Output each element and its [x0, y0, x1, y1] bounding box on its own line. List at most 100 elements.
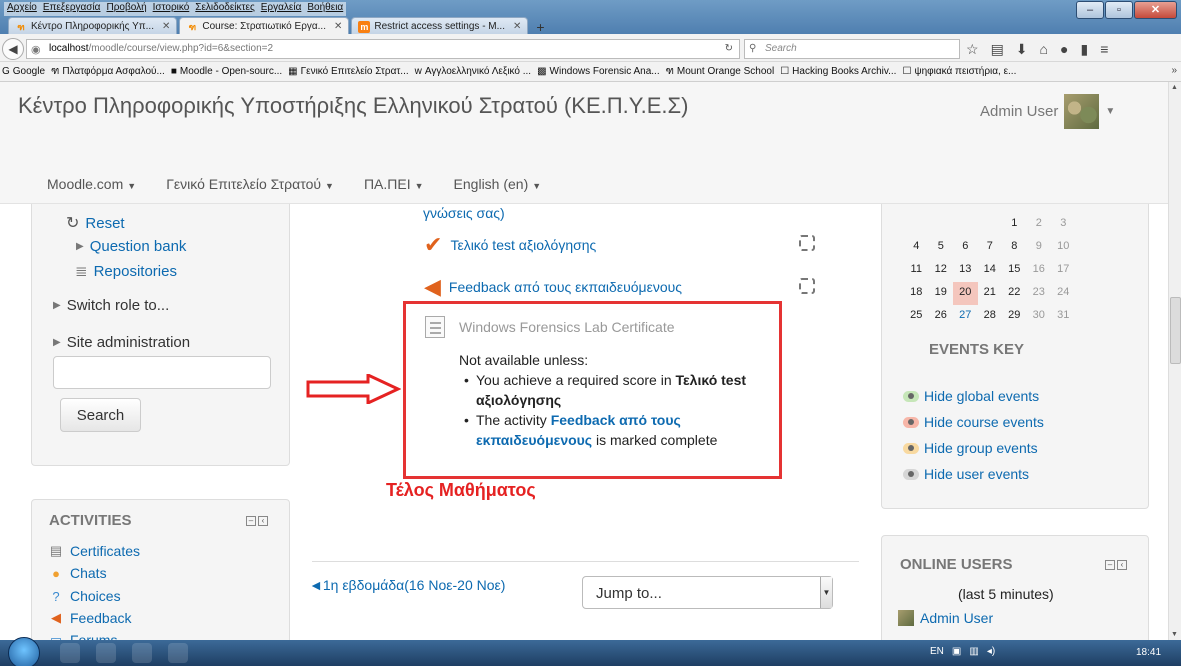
calendar-day: 21	[983, 286, 996, 298]
firefox-taskbar-icon[interactable]	[96, 643, 116, 663]
dock-block-icon[interactable]: ‹	[1117, 560, 1127, 570]
question-bank-link[interactable]: ▶ Question bank	[76, 238, 186, 255]
calendar-day-today[interactable]: 20	[953, 282, 978, 305]
start-button[interactable]	[8, 637, 40, 666]
calendar-day	[904, 213, 929, 236]
clock[interactable]: 18:41	[1136, 647, 1161, 658]
hide-course-events-link[interactable]: Hide course events	[903, 414, 1044, 430]
address-bar[interactable]: ◉ localhost/moodle/course/view.php?id=6&…	[26, 39, 740, 59]
volume-icon[interactable]: ◂)	[987, 646, 995, 657]
activity-forums[interactable]: ▭ Forums	[48, 632, 118, 640]
hamburger-menu-icon[interactable]: ≡	[1100, 41, 1108, 58]
bookmark-hacking-books[interactable]: ☐ Hacking Books Archiv...	[780, 66, 896, 77]
bookmark-windows-forensic[interactable]: ▩ Windows Forensic Ana...	[537, 66, 660, 77]
menu-bookmarks[interactable]: Σελιδοδείκτες	[195, 2, 254, 16]
scroll-down-icon[interactable]: ▼	[1171, 631, 1178, 638]
hide-group-events-link[interactable]: Hide group events	[903, 440, 1038, 456]
tab-restrict-access[interactable]: m Restrict access settings - M... ✕	[351, 17, 529, 35]
bookmark-digital-evidence[interactable]: ☐ ψηφιακά πειστήρια, ε...	[902, 66, 1016, 77]
bookmarks-bar: G Google ฑ Πλατφόρμα Ασφαλού... ■ Moodle - …	[0, 62, 1181, 82]
bookmark-mount-orange[interactable]: ฑ Mount Orange School	[666, 64, 775, 79]
chat-icon[interactable]: ●	[1060, 41, 1068, 58]
previous-section-link[interactable]: ◄1η εβδομάδα(16 Νοε-20 Νοε)	[309, 577, 505, 593]
reload-icon[interactable]: ↻	[725, 40, 733, 58]
tab-close-icon[interactable]: ✕	[513, 21, 521, 32]
site-title[interactable]: Κέντρο Πληροφορικής Υποστήριξης Ελληνικο…	[18, 93, 688, 119]
flag-icon: ▦	[288, 66, 298, 77]
activity-quiz[interactable]: ✔ Τελικό test αξιολόγησης	[424, 232, 596, 258]
language-indicator[interactable]: EN	[930, 646, 944, 657]
app-taskbar-icon[interactable]	[132, 643, 152, 663]
hide-user-events-link[interactable]: Hide user events	[903, 466, 1029, 482]
menu-view[interactable]: Προβολή	[106, 2, 146, 16]
network-icon[interactable]: ▥	[969, 646, 978, 657]
bookmark-google[interactable]: G Google	[2, 66, 45, 77]
scrollbar-thumb[interactable]	[1170, 297, 1181, 364]
search-button[interactable]: Search	[60, 398, 141, 432]
menu-army-staff[interactable]: Γενικό Επιτελείο Στρατού ▼	[166, 176, 334, 192]
bookmark-moodle[interactable]: ■ Moodle - Open-sourc...	[171, 66, 282, 77]
completion-checkbox[interactable]	[799, 235, 815, 251]
chrome-taskbar-icon[interactable]	[60, 643, 80, 663]
quiz-link[interactable]: Τελικό test αξιολόγησης	[450, 237, 596, 253]
calendar-day-event[interactable]: 27	[953, 305, 978, 328]
menu-edit[interactable]: Επεξεργασία	[43, 2, 101, 16]
hide-block-icon[interactable]: –	[246, 516, 256, 526]
tab-close-icon[interactable]: ✕	[334, 21, 342, 32]
menu-file[interactable]: Αρχείο	[7, 2, 37, 16]
activity-feedback-item[interactable]: ◀ Feedback από τους εκπαιδευόμενους	[424, 274, 682, 300]
hide-global-events-link[interactable]: Hide global events	[903, 388, 1039, 404]
bookmark-platform[interactable]: ฑ Πλατφόρμα Ασφαλού...	[51, 64, 165, 79]
activity-choices[interactable]: ? Choices	[48, 588, 120, 604]
bookmark-army-staff[interactable]: ▦ Γενικό Επιτελείο Στρατ...	[288, 66, 409, 77]
tray-app-icon[interactable]: ▣	[952, 646, 961, 657]
maximize-button[interactable]: ▫	[1105, 1, 1133, 19]
user-menu[interactable]: Admin User ▼	[980, 94, 1115, 129]
bookmark-star-icon[interactable]: ☆	[966, 41, 979, 58]
dock-block-icon[interactable]: ‹	[258, 516, 268, 526]
tab-course[interactable]: ฑ Course: Στρατιωτικό Εργα... ✕	[179, 17, 350, 35]
navigation-toolbar: ◀ ◉ localhost/moodle/course/view.php?id=…	[0, 34, 1181, 62]
admin-search-input[interactable]	[53, 356, 271, 389]
feedback-link[interactable]: Feedback από τους εκπαιδευόμενους	[449, 279, 682, 295]
bookmarks-overflow-icon[interactable]: »	[1171, 65, 1177, 76]
home-icon[interactable]: ⌂	[1040, 41, 1048, 58]
tab-close-icon[interactable]: ✕	[162, 21, 170, 32]
reading-list-icon[interactable]: ▤	[991, 41, 1004, 58]
menu-tools[interactable]: Εργαλεία	[261, 2, 302, 16]
activity-feedback[interactable]: ◀ Feedback	[48, 610, 131, 626]
caret-down-icon: ▼	[532, 181, 542, 191]
online-user-link[interactable]: Admin User	[898, 610, 993, 626]
reset-link[interactable]: ↻ Reset	[66, 213, 125, 233]
menu-papei[interactable]: ΠΑ.ΠΕΙ ▼	[364, 176, 424, 192]
menu-history[interactable]: Ιστορικό	[153, 2, 190, 16]
browser-search-field[interactable]: ⚲ Search	[744, 39, 960, 59]
menu-help[interactable]: Βοήθεια	[307, 2, 343, 16]
downloads-icon[interactable]: ⬇	[1016, 41, 1028, 58]
activity-chats[interactable]: ● Chats	[48, 565, 107, 581]
vertical-scrollbar[interactable]: ▲ ▼	[1168, 82, 1181, 640]
minimize-button[interactable]: –	[1076, 1, 1104, 19]
jump-to-select[interactable]: Jump to... ▼	[582, 576, 833, 609]
menu-moodle-com[interactable]: Moodle.com ▼	[47, 176, 136, 192]
menu-language[interactable]: English (en) ▼	[454, 176, 542, 192]
tab-kepyes[interactable]: ฑ Κέντρο Πληροφορικής Υπ... ✕	[8, 17, 178, 35]
repositories-link[interactable]: ≣ Repositories	[75, 262, 177, 281]
scroll-up-icon[interactable]: ▲	[1171, 84, 1178, 91]
hide-block-icon[interactable]: –	[1105, 560, 1115, 570]
word-taskbar-icon[interactable]	[168, 643, 188, 663]
back-button[interactable]: ◀	[2, 38, 24, 60]
calendar-day: 15	[1008, 263, 1021, 275]
bookmark-dictionary[interactable]: w Αγγλοελληνικό Λεξικό ...	[415, 66, 531, 77]
avatar	[1064, 94, 1100, 129]
completion-checkbox[interactable]	[799, 278, 815, 294]
activity-certificates[interactable]: ▤ Certificates	[48, 543, 140, 559]
switch-role-item[interactable]: ▶ Switch role to...	[53, 297, 169, 314]
site-administration-item[interactable]: ▶ Site administration	[53, 334, 190, 351]
pocket-icon[interactable]: ▮	[1080, 41, 1088, 58]
new-tab-button[interactable]: +	[530, 19, 550, 35]
calendar-day	[978, 213, 1003, 236]
close-window-button[interactable]: ✕	[1134, 1, 1177, 19]
divider	[312, 561, 859, 562]
triangle-right-icon: ▶	[53, 300, 61, 311]
